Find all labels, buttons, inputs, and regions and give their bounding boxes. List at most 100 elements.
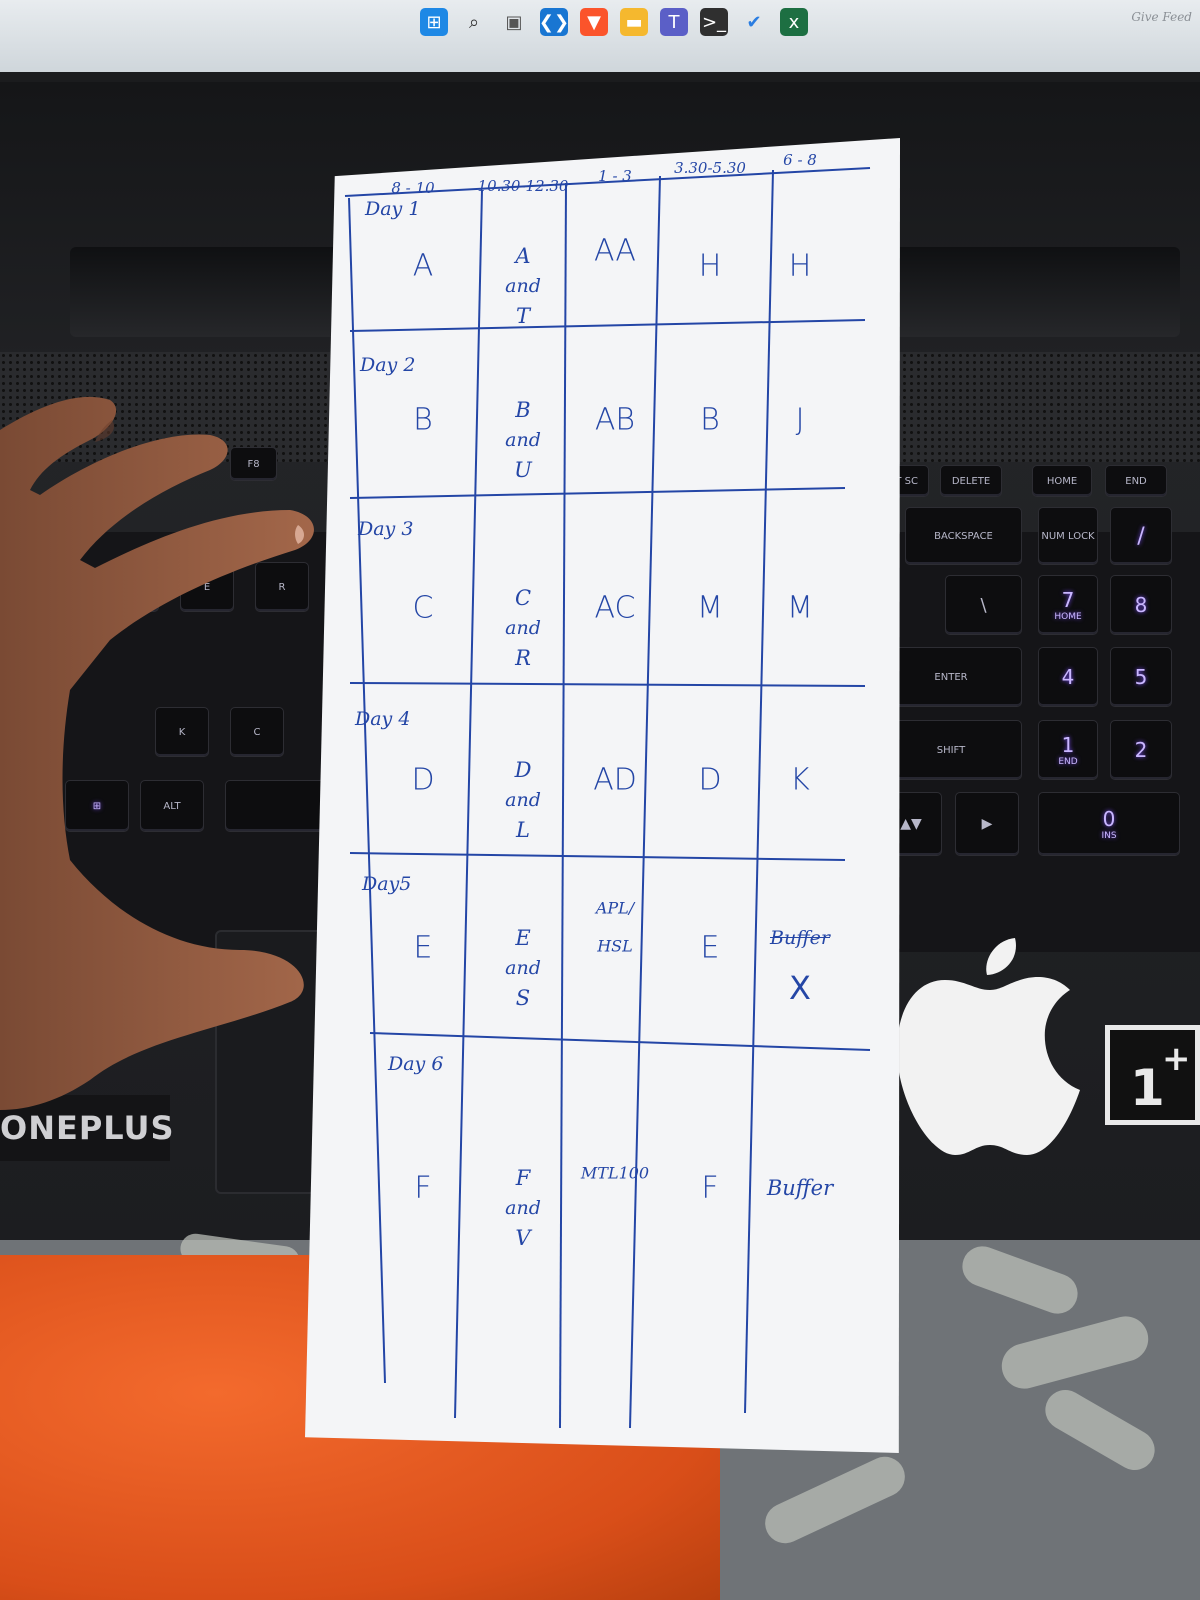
timetable-connector: and (505, 275, 541, 297)
key-backspace[interactable]: BACKSPACE (905, 507, 1022, 565)
cross-mark-icon: X (789, 969, 811, 1007)
key-label: NUM LOCK (1041, 530, 1095, 542)
timetable-entry: F (515, 1166, 531, 1190)
timetable-connector: and (505, 1197, 541, 1219)
brave-icon[interactable]: ▼ (580, 8, 608, 36)
timetable-entry-struck: Buffer (770, 927, 830, 949)
key-num-lock[interactable]: NUM LOCK (1038, 507, 1098, 565)
key-numpad-5[interactable]: 5 (1110, 647, 1172, 707)
key-label: / (1137, 523, 1145, 549)
key-label: SHIFT (936, 744, 966, 756)
day-label: Day 1 (365, 198, 421, 220)
key-label: \ (980, 594, 987, 616)
blanket-pattern (1038, 1382, 1162, 1478)
key-label: 1 (1061, 733, 1075, 757)
timetable-entry: HSL (597, 936, 633, 956)
key-numpad-2[interactable]: 2 (1110, 720, 1172, 780)
time-slot-header: 1 - 3 (598, 167, 632, 185)
timetable-entry: MTL100 (580, 1163, 650, 1183)
timetable-connector: and (505, 957, 541, 979)
blanket-pattern (996, 1311, 1154, 1394)
key-numpad-4[interactable]: 4 (1038, 647, 1098, 707)
vscode-icon[interactable]: ❮❯ (539, 8, 569, 36)
key-numpad-slash[interactable]: / (1110, 507, 1172, 565)
time-slot-header: 8 - 10 (391, 179, 435, 197)
key-enter[interactable]: ENTER (880, 647, 1022, 707)
search-icon[interactable]: ⌕ (460, 8, 488, 36)
key-numpad-7[interactable]: 7 HOME (1038, 575, 1098, 635)
timetable-entry: E (700, 930, 720, 966)
timetable-entry: T (515, 304, 531, 328)
oneplus-logo-sticker-icon: 1 + (1105, 1025, 1200, 1125)
key-numpad-8[interactable]: 8 (1110, 575, 1172, 635)
key-sublabel: END (1058, 757, 1078, 767)
timetable-entry: AB (594, 402, 636, 438)
blanket-pattern (956, 1240, 1084, 1320)
excel-icon[interactable]: x (780, 8, 808, 36)
day-label: Day 3 (358, 518, 414, 540)
apple-logo-sticker-icon (897, 938, 1080, 1155)
time-slot-header: 3.30-5.30 (674, 159, 746, 177)
key-numpad-0[interactable]: 0 INS (1038, 792, 1180, 856)
time-slot-header: 10.30-12.30 (477, 177, 569, 195)
key-label: ENTER (934, 671, 968, 683)
timetable-entry: F (701, 1170, 719, 1206)
timetable-entry: K (790, 762, 810, 798)
key-label: 8 (1134, 593, 1148, 617)
key-numpad-1[interactable]: 1 END (1038, 720, 1098, 780)
timetable-entry: C (514, 586, 532, 610)
timetable-entry: M (697, 590, 723, 626)
hand-on-keyboard (0, 396, 314, 1110)
timetable-entry: D (514, 758, 532, 782)
timetable-entry: AA (594, 233, 636, 269)
timetable-entry: V (515, 1226, 531, 1250)
timetable-entry: B (413, 402, 433, 438)
day-label: Day 2 (360, 354, 416, 376)
todo-icon[interactable]: ✔ (740, 8, 768, 36)
blanket-pattern (758, 1450, 912, 1550)
timetable-entry: A (412, 248, 434, 284)
arrow-right-key-icon[interactable]: ▶ (955, 792, 1019, 856)
timetable-entry: APL/ (595, 898, 635, 918)
windows-taskbar: ⊞ ⌕ ▣ ❮❯ ▼ ▬ T >_ ✔ x (420, 0, 808, 44)
file-explorer-icon[interactable]: ▬ (620, 8, 648, 36)
key-label: 0 (1102, 807, 1116, 831)
timetable-entry: Buffer (766, 1176, 834, 1200)
timetable-entry: F (414, 1170, 432, 1206)
task-view-icon[interactable]: ▣ (500, 8, 528, 36)
timetable-entry: B (515, 398, 531, 422)
timetable-entry: L (516, 818, 530, 842)
timetable-entry: D (411, 762, 435, 798)
timetable-entry: E (413, 930, 433, 966)
teams-icon[interactable]: T (660, 8, 688, 36)
timetable-entry: U (514, 458, 532, 482)
key-end[interactable]: END (1105, 465, 1167, 497)
key-label: 7 (1061, 588, 1075, 612)
key-label: END (1125, 475, 1147, 487)
timetable-connector: and (505, 617, 541, 639)
timetable-entry: M (787, 590, 813, 626)
give-feedback-link[interactable]: Give Feed (1131, 10, 1192, 24)
timetable-entry: H (788, 248, 812, 284)
timetable-entry: R (515, 646, 531, 670)
windows-start-icon[interactable]: ⊞ (420, 8, 448, 36)
key-delete[interactable]: DELETE (940, 465, 1002, 497)
timetable-entry: A (515, 244, 531, 268)
day-label: Day 4 (355, 708, 411, 730)
key-label: 4 (1061, 665, 1075, 689)
key-home[interactable]: HOME (1032, 465, 1092, 497)
day-label: Day 6 (388, 1053, 444, 1075)
key-label: DELETE (951, 475, 991, 487)
key-shift[interactable]: SHIFT (880, 720, 1022, 780)
key-sublabel: INS (1101, 831, 1117, 841)
svg-text:1: 1 (1130, 1059, 1165, 1117)
timetable-sheet: 8 - 10 10.30-12.30 1 - 3 3.30-5.30 6 - 8 Day … (305, 138, 900, 1453)
key-sublabel: HOME (1054, 612, 1082, 622)
timetable-entry: C (412, 590, 434, 626)
key-backslash[interactable]: \ (945, 575, 1022, 635)
speaker-grille-right (880, 352, 1200, 462)
key-label: HOME (1046, 475, 1078, 487)
terminal-icon[interactable]: >_ (700, 8, 728, 36)
timetable-entry: E (515, 926, 531, 950)
svg-text:+: + (1162, 1039, 1191, 1079)
